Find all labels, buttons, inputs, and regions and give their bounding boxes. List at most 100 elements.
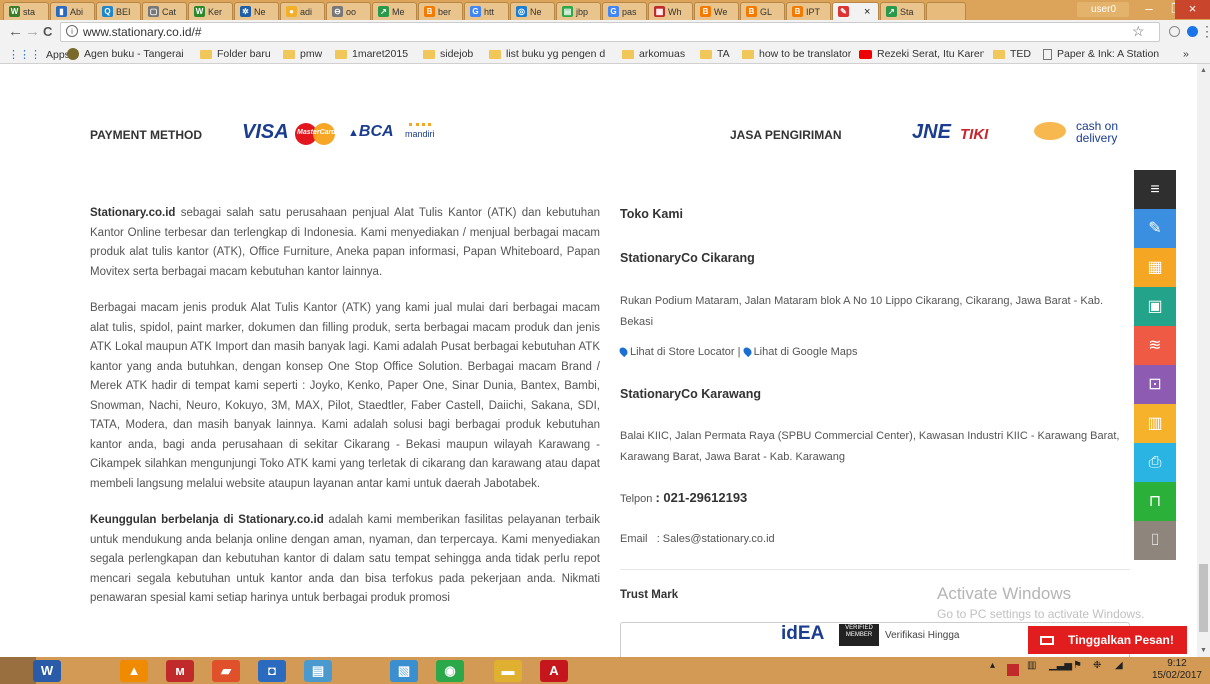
tab[interactable]: ▮ Abi [50,2,95,20]
monitor-icon[interactable]: ▣ [1134,287,1176,326]
tab-favicon: ● [286,6,297,17]
desk-icon[interactable]: ⊓ [1134,482,1176,521]
tab[interactable]: B IPT [786,2,831,20]
page-scrollbar[interactable]: ▲ ▼ [1197,64,1210,657]
paper-stack-icon[interactable]: ≋ [1134,326,1176,365]
tab-strip: Wsta ▮ Abi Q BEI ▢ Cat W Ker ✲ Ne ● adi ⊖ oo ↗ M… [0,0,1210,20]
bookmark-folder[interactable]: TA [700,48,730,60]
tab[interactable]: Gpas [602,2,647,20]
tray-chevron-icon[interactable]: ▴ [990,660,995,671]
folder-icon[interactable]: ▬ [494,660,522,682]
scrollbar-thumb[interactable] [1199,564,1208,632]
tab[interactable]: B We [694,2,739,20]
close-window-button[interactable]: × [1175,0,1210,19]
idea-logo: idEA [781,623,825,644]
pencil-icon[interactable]: ✎ [1134,209,1176,248]
bookmark-folder[interactable]: how to be translator [742,48,851,60]
payment-method-label: PAYMENT METHOD [90,128,203,142]
bookmark-folder[interactable]: pmw [283,48,322,60]
scroll-down-icon[interactable]: ▼ [1200,647,1207,654]
info-icon[interactable]: i [66,25,78,37]
tab[interactable]: Q BEI [96,2,141,20]
signal-icon[interactable]: ▁▃▅ [1049,660,1072,671]
youtube-icon [859,49,872,59]
bookmark-apps[interactable]: ⋮⋮⋮ Apps [8,48,70,62]
tab[interactable]: B GL [740,2,785,20]
vlc-icon[interactable]: ▲ [120,660,148,682]
flag-icon[interactable]: ⚑ [1073,660,1082,671]
email-value: : Sales@stationary.co.id [656,533,775,545]
tab[interactable]: Ghtt [464,2,509,20]
bookmark-folder[interactable]: TED [993,48,1031,60]
tab-close-icon[interactable]: × [864,6,870,18]
web-page: PAYMENT METHOD VISA MasterCard ▲BCA mand… [0,64,1197,657]
bookmark-item[interactable]: Rezeki Serat, Itu Karen [859,48,984,60]
google-maps-link[interactable]: Lihat di Google Maps [754,346,858,358]
volume-icon[interactable]: ◢ [1115,660,1123,671]
tab-favicon: ✎ [838,6,849,17]
tray-app-icon[interactable] [1007,664,1019,676]
board-icon[interactable]: ⊡ [1134,365,1176,404]
reload-button[interactable]: C [43,24,52,39]
bottle-icon[interactable]: ⌷ [1134,521,1176,560]
tab[interactable]: ● adi [280,2,325,20]
profile-button[interactable]: user0 [1077,2,1129,17]
menu-icon[interactable]: ≡ [1134,170,1176,209]
files-icon[interactable]: ▧ [390,660,418,682]
acrobat-icon[interactable]: A [540,660,568,682]
extension-icon[interactable] [1169,26,1180,37]
address-bar[interactable]: i www.stationary.co.id/# [60,22,1160,42]
minimize-button[interactable]: – [1135,0,1163,19]
tab-favicon: G [608,6,619,17]
bookmark-folder[interactable]: sidejob [423,48,473,60]
scroll-up-icon[interactable]: ▲ [1200,67,1207,74]
tab-active[interactable]: ✎ × [832,2,879,20]
tab[interactable]: ▤ jbp [556,2,601,20]
grid-icon[interactable]: ▦ [1134,248,1176,287]
bookmark-label: sidejob [440,48,474,60]
tab[interactable]: ↗ Me [372,2,417,20]
tab-label: Me [392,6,405,17]
bookmark-folder[interactable]: Folder baru [200,48,271,60]
printer-icon[interactable]: ⎙ [1134,443,1176,482]
tray-network-icon[interactable]: ▥ [1027,660,1036,671]
bookmark-star-icon[interactable]: ☆ [1132,23,1145,40]
bookmark-folder[interactable]: list buku yg pengen d [489,48,614,60]
browser-toolbar: ← → C i www.stationary.co.id/# ☆ ⋮ [0,20,1210,44]
store-locator-link[interactable]: Lihat di Store Locator [630,346,735,358]
app-red-icon[interactable]: ᴍ [166,660,194,682]
more-bookmarks-button[interactable]: » [1183,48,1189,60]
bookmark-item[interactable]: Agen buku - Tangerai [67,48,192,60]
folder-icon [700,49,712,59]
tab[interactable]: ▦ Wh [648,2,693,20]
extension-icon-2[interactable] [1187,26,1198,37]
tab[interactable]: ↗ Sta [880,2,925,20]
tab-label: GL [760,6,773,17]
back-button[interactable]: ← [8,23,23,40]
bookmark-folder[interactable]: 1maret2015 [335,48,408,60]
about-paragraph: Stationary.co.id sebagai salah satu peru… [90,207,600,278]
menu-icon[interactable]: ⋮ [1200,23,1210,40]
system-clock[interactable]: 9:12 15/02/2017 [1152,658,1202,682]
tab[interactable]: W Ker [188,2,233,20]
tray-app2-icon[interactable]: ❉ [1093,660,1101,671]
chrome-icon[interactable]: ◉ [436,660,464,682]
tab[interactable]: ◎ Ne [510,2,555,20]
bookmark-label: how to be translator [759,48,852,60]
bookmark-item[interactable]: Paper & Ink: A Station [1043,48,1173,60]
new-tab-button[interactable] [926,2,966,20]
cabinet-icon[interactable]: ▥ [1134,404,1176,443]
tab[interactable]: Wsta [3,2,49,20]
tab[interactable]: ✲ Ne [234,2,279,20]
bookmark-folder[interactable]: arkomuas [622,48,685,60]
divider [620,569,1130,570]
forward-button[interactable]: → [25,23,40,40]
leave-message-button[interactable]: Tinggalkan Pesan! [1028,626,1187,654]
notes-icon[interactable]: ▤ [304,660,332,682]
tab[interactable]: ⊖ oo [326,2,371,20]
book-icon[interactable]: ▰ [212,660,240,682]
tab[interactable]: ▢ Cat [142,2,187,20]
media-icon[interactable]: ◘ [258,660,286,682]
tab[interactable]: Bber [418,2,463,20]
word-icon[interactable]: W [33,660,61,682]
